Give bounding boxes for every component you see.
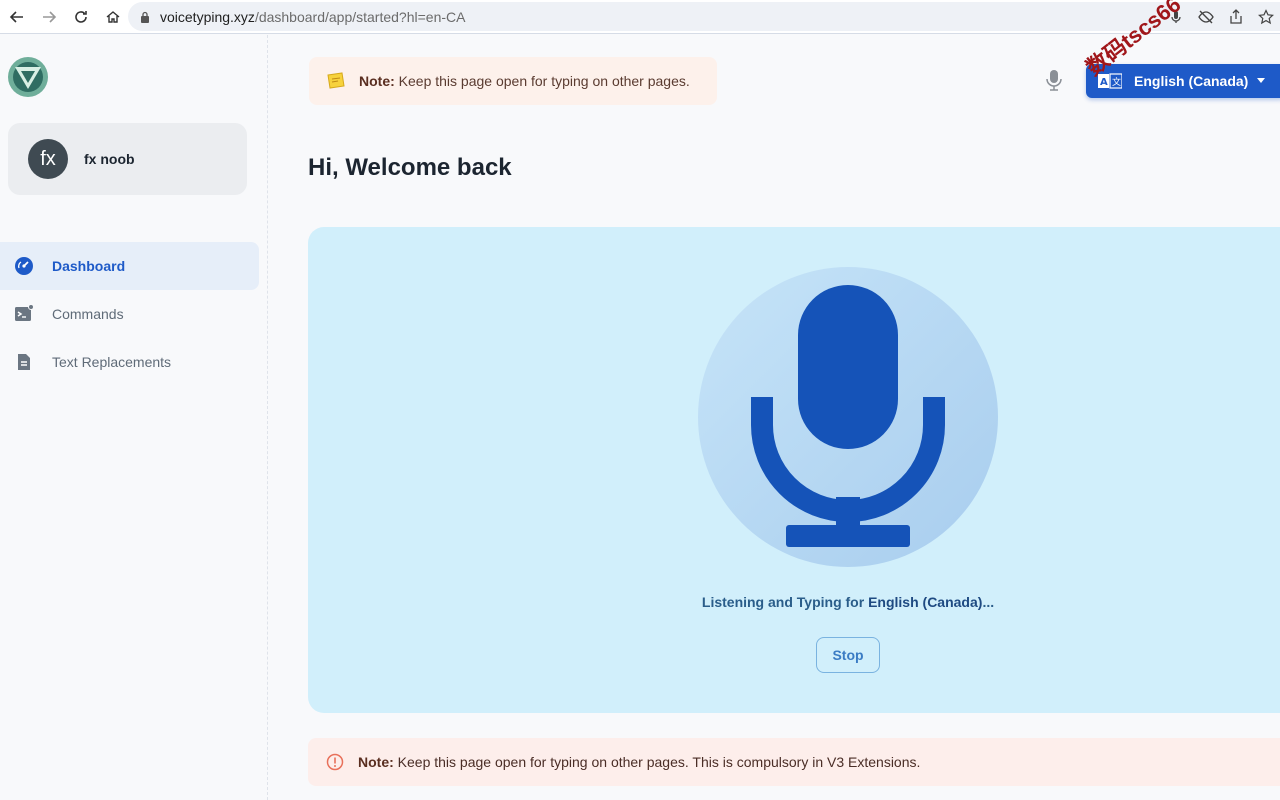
share-icon[interactable] [1228,8,1244,25]
sticky-note-icon [327,72,345,89]
browser-toolbar: voicetyping.xyz/dashboard/app/started?hl… [0,0,1280,34]
document-icon [14,352,34,372]
stop-button[interactable]: Stop [816,637,880,673]
sidebar-item-text-replacements[interactable]: Text Replacements [0,338,259,386]
url-host: voicetyping.xyz [160,8,255,25]
note-prefix: Note: [358,754,394,770]
language-label: English (Canada) [1134,73,1249,89]
sidebar-item-label: Dashboard [52,258,126,274]
language-select-button[interactable]: A文 English (Canada) [1086,64,1280,98]
alert-circle-icon [326,753,344,771]
note-text: Note: Keep this page open for typing on … [359,73,690,89]
listening-suffix: ... [982,594,995,610]
listening-status: Listening and Typing for English (Canada… [308,594,1280,610]
lock-icon [141,11,149,23]
url-path: /dashboard/app/started?hl=en-CA [254,8,466,25]
note-body: Keep this page open for typing on other … [393,754,921,770]
microphone-icon[interactable] [748,285,948,551]
home-icon[interactable] [98,2,128,32]
sidebar-item-dashboard[interactable]: Dashboard [0,242,259,290]
back-icon[interactable] [2,2,32,32]
svg-text:文: 文 [1112,76,1121,88]
chevron-down-icon [1257,78,1265,83]
note-text: Note: Keep this page open for typing on … [358,754,920,770]
reload-icon[interactable] [66,2,96,32]
compulsory-note-banner: Note: Keep this page open for typing on … [308,738,1280,786]
address-bar[interactable]: voicetyping.xyz/dashboard/app/started?hl… [128,2,1280,31]
app-logo-icon[interactable] [8,57,48,97]
note-prefix: Note: [359,73,395,89]
sidebar-item-label: Text Replacements [52,354,172,370]
dashboard-gauge-icon [14,256,34,276]
page-title: Hi, Welcome back [308,154,512,181]
microphone-icon[interactable] [1044,69,1064,93]
sidebar: fx fx noob Dashboard Commands Text Repla… [0,35,268,800]
sidebar-item-label: Commands [52,306,124,322]
note-banner: Note: Keep this page open for typing on … [309,57,717,105]
terminal-icon [14,304,34,324]
voice-typing-panel: Listening and Typing for English (Canada… [308,227,1280,713]
listening-language: English (Canada) [868,594,983,610]
eye-off-icon[interactable] [1198,9,1214,25]
user-card[interactable]: fx fx noob [8,123,247,195]
sidebar-nav: Dashboard Commands Text Replacements [0,242,259,386]
star-icon[interactable] [1258,8,1274,25]
sidebar-item-commands[interactable]: Commands [0,290,259,338]
user-name: fx noob [84,151,135,167]
note-body: Keep this page open for typing on other … [394,73,690,89]
avatar: fx [28,139,68,179]
forward-icon[interactable] [34,2,64,32]
url-text: voicetyping.xyz/dashboard/app/started?hl… [160,9,465,25]
listening-prefix: Listening and Typing for [701,594,869,610]
